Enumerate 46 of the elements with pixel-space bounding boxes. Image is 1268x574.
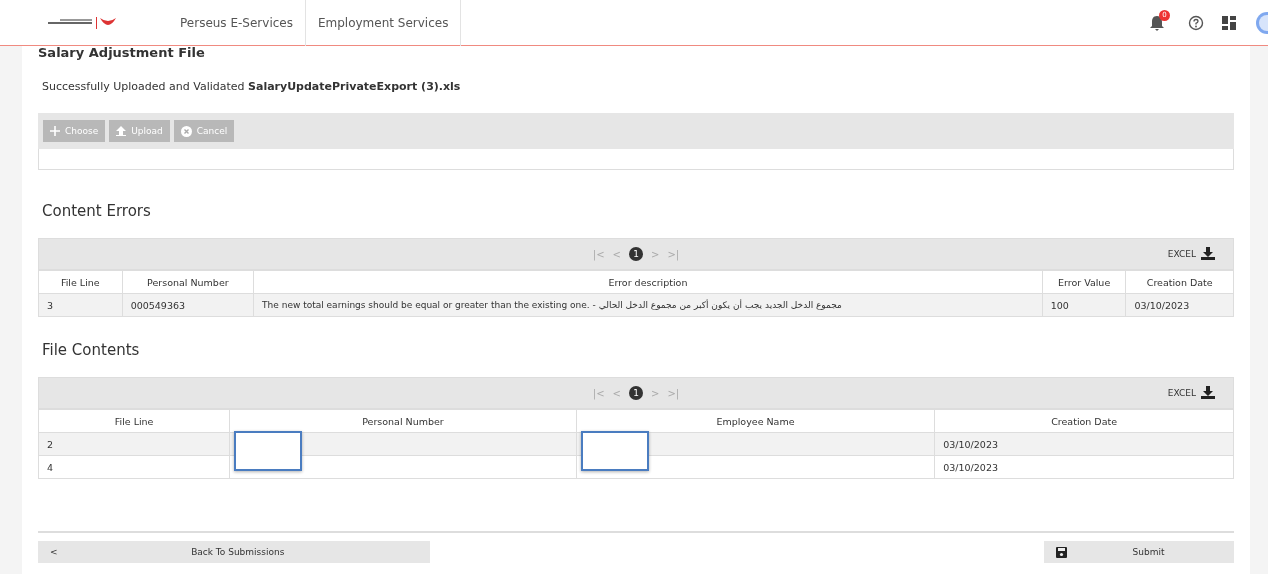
column-header: Creation Date bbox=[934, 409, 1234, 433]
table-cell: 03/10/2023 bbox=[934, 432, 1234, 456]
column-header: Creation Date bbox=[1125, 270, 1234, 294]
last-page-button[interactable]: >| bbox=[667, 248, 680, 260]
page-button[interactable]: 1 bbox=[629, 386, 643, 400]
table-cell: 4 bbox=[38, 455, 230, 479]
table-cell: The new total earnings should be equal or greater than the existing one. - مجموع الدخل الجديد يجب أن يكون أكبر من مجموع الدخل الحالي bbox=[253, 293, 1043, 317]
download-icon bbox=[1201, 247, 1215, 260]
plus-icon bbox=[50, 126, 60, 136]
column-header: File Line bbox=[38, 409, 230, 433]
download-icon bbox=[1201, 386, 1215, 399]
table-cell: 000549363 bbox=[122, 293, 254, 317]
page-button[interactable]: 1 bbox=[629, 247, 643, 261]
page-title: Salary Adjustment File bbox=[38, 46, 206, 60]
nav-link[interactable]: Perseus E-Services bbox=[168, 0, 306, 46]
save-icon bbox=[1056, 546, 1067, 558]
previous-page-button[interactable]: < bbox=[612, 387, 621, 399]
next-page-button[interactable]: > bbox=[651, 387, 660, 399]
apps-grid-icon[interactable] bbox=[1222, 15, 1236, 30]
column-header: Employee Name bbox=[576, 409, 935, 433]
column-header: Personal Number bbox=[122, 270, 254, 294]
logo-icon bbox=[48, 15, 118, 30]
first-page-button[interactable]: |< bbox=[592, 248, 605, 260]
back-button[interactable]: < Back To Submissions bbox=[38, 541, 430, 563]
table-cell: 3 bbox=[38, 293, 123, 317]
nav-link[interactable]: Employment Services bbox=[305, 0, 462, 46]
upload-icon bbox=[116, 126, 127, 136]
column-header: File Line bbox=[38, 270, 123, 294]
bell-icon[interactable] bbox=[1149, 13, 1165, 32]
next-page-button[interactable]: > bbox=[651, 248, 660, 260]
excel-export-button[interactable]: EXCEL bbox=[1167, 247, 1215, 260]
column-header: Error Value bbox=[1042, 270, 1126, 294]
help-icon[interactable] bbox=[1188, 14, 1204, 31]
excel-export-button[interactable]: EXCEL bbox=[1167, 386, 1215, 399]
previous-page-button[interactable]: < bbox=[612, 248, 621, 260]
table-cell: 2 bbox=[38, 432, 230, 456]
submit-button[interactable]: Submit bbox=[1044, 541, 1234, 563]
column-header: Error description bbox=[253, 270, 1043, 294]
column-header: Personal Number bbox=[229, 409, 577, 433]
first-page-button[interactable]: |< bbox=[592, 387, 605, 399]
last-page-button[interactable]: >| bbox=[667, 387, 680, 399]
section-title: Content Errors bbox=[42, 202, 152, 220]
section-title: File Contents bbox=[42, 341, 141, 359]
upload-message: Successfully Uploaded and Validated SalaryUpdatePrivateExport (3).xls bbox=[42, 80, 462, 93]
cancel-icon bbox=[180, 125, 192, 137]
table-cell: 03/10/2023 bbox=[934, 455, 1234, 479]
